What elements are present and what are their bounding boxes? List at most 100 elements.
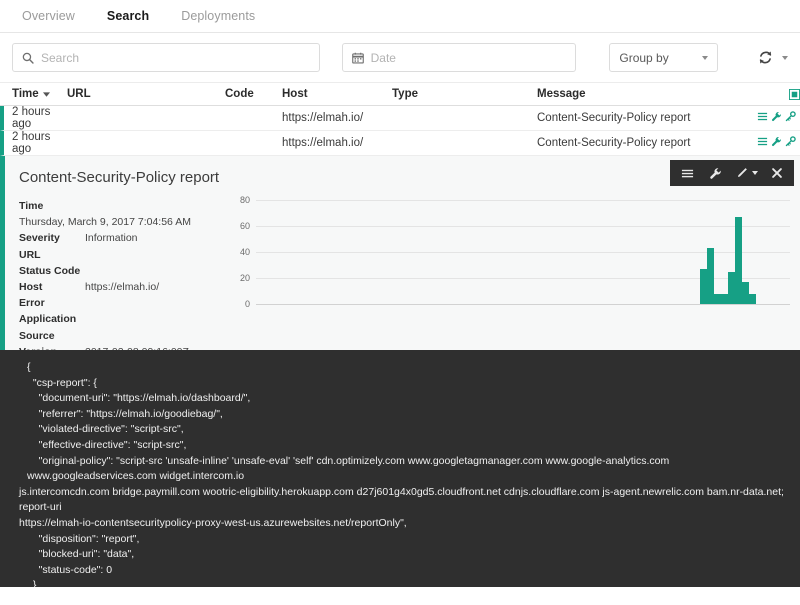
detail-field-label: Application bbox=[19, 311, 85, 327]
row-actions bbox=[744, 111, 800, 125]
detail-field-application: Application bbox=[19, 311, 230, 327]
tab-overview[interactable]: Overview bbox=[6, 9, 91, 33]
chart-gridline bbox=[256, 304, 790, 305]
detail-field-time: Time bbox=[19, 198, 230, 214]
table-row[interactable]: 2 hours ago https://elmah.io/ Content-Se… bbox=[0, 106, 800, 131]
chart-bar[interactable] bbox=[721, 294, 728, 304]
tab-search[interactable]: Search bbox=[91, 9, 165, 33]
chart-bar[interactable] bbox=[714, 294, 721, 304]
payload-line: "csp-report": { bbox=[5, 376, 800, 392]
detail-field-label: Error bbox=[19, 295, 85, 311]
pencil-icon[interactable] bbox=[730, 160, 762, 186]
column-header-time-label: Time bbox=[12, 88, 39, 100]
cell-time: 2 hours ago bbox=[12, 131, 67, 155]
payload-line: "disposition": "report", bbox=[5, 532, 800, 548]
chart-bar[interactable] bbox=[707, 248, 714, 304]
tab-deployments[interactable]: Deployments bbox=[165, 9, 271, 33]
payload-line: { bbox=[5, 360, 800, 376]
detail-body: Time Thursday, March 9, 2017 7:04:56 AM … bbox=[5, 186, 800, 350]
payload-line: } bbox=[5, 578, 800, 587]
wrench-icon[interactable] bbox=[771, 111, 782, 125]
cell-host: https://elmah.io/ bbox=[282, 112, 392, 124]
detail-field-source: Source bbox=[19, 328, 230, 344]
table-row[interactable]: 2 hours ago https://elmah.io/ Content-Se… bbox=[0, 131, 800, 156]
refresh-controls bbox=[758, 50, 788, 65]
groupby-select[interactable]: Group by bbox=[609, 43, 718, 72]
refresh-icon[interactable] bbox=[758, 50, 773, 65]
results-table-header: Time URL Code Host Type Message bbox=[0, 83, 800, 106]
column-header-code[interactable]: Code bbox=[225, 88, 282, 100]
detail-field-label: Source bbox=[19, 328, 85, 344]
chart-bar[interactable] bbox=[742, 282, 749, 304]
row-actions bbox=[744, 136, 800, 150]
detail-field-host: Host https://elmah.io/ bbox=[19, 279, 230, 295]
list-icon[interactable] bbox=[757, 136, 768, 150]
wrench-icon[interactable] bbox=[702, 160, 728, 186]
detail-field-label: Version bbox=[19, 344, 85, 350]
detail-field-version: Version 2017-02-08 09:16:00Z bbox=[19, 344, 230, 350]
cell-host: https://elmah.io/ bbox=[282, 137, 392, 149]
detail-field-label: Host bbox=[19, 279, 85, 295]
detail-field-label: Time bbox=[19, 198, 43, 214]
detail-field-label: URL bbox=[19, 247, 85, 263]
filter-toolbar: Search Date Group by bbox=[0, 33, 800, 83]
payload-line: "document-uri": "https://elmah.io/dashbo… bbox=[5, 391, 800, 407]
chart-bars bbox=[230, 200, 790, 304]
groupby-label: Group by bbox=[619, 51, 668, 65]
wrench-icon[interactable] bbox=[771, 136, 782, 150]
payload-line: "blocked-uri": "data", bbox=[5, 547, 800, 563]
cell-message: Content-Security-Policy report bbox=[537, 137, 744, 149]
column-header-type[interactable]: Type bbox=[392, 88, 537, 100]
payload-line: "original-policy": "script-src 'unsafe-i… bbox=[5, 454, 800, 485]
detail-field-time-value: Thursday, March 9, 2017 7:04:56 AM bbox=[19, 214, 230, 230]
date-placeholder: Date bbox=[371, 51, 396, 65]
payload-line: "referrer": "https://elmah.io/goodiebag/… bbox=[5, 407, 800, 423]
detail-field-error: Error bbox=[19, 295, 230, 311]
detail-field-status-code: Status Code bbox=[19, 263, 230, 279]
column-header-time[interactable]: Time bbox=[12, 88, 67, 100]
column-header-host[interactable]: Host bbox=[282, 88, 392, 100]
column-chooser-icon[interactable] bbox=[778, 89, 800, 100]
detail-field-value: Information bbox=[85, 230, 138, 246]
date-input[interactable]: Date bbox=[342, 43, 577, 72]
close-icon[interactable] bbox=[764, 160, 790, 186]
key-icon[interactable] bbox=[785, 136, 796, 150]
occurrences-bar-chart: 806040200 bbox=[230, 198, 800, 350]
detail-panel: Content-Security-Policy report Time Thur… bbox=[0, 156, 800, 350]
search-placeholder: Search bbox=[41, 51, 79, 65]
refresh-options-chevron-down-icon[interactable] bbox=[782, 56, 788, 60]
chart-bar[interactable] bbox=[700, 269, 707, 304]
list-icon[interactable] bbox=[757, 111, 768, 125]
detail-field-severity: Severity Information bbox=[19, 230, 230, 246]
payload-line: "status-code": 0 bbox=[5, 563, 800, 579]
cell-message: Content-Security-Policy report bbox=[537, 112, 744, 124]
detail-field-value: 2017-02-08 09:16:00Z bbox=[85, 344, 189, 350]
chevron-down-icon bbox=[702, 56, 708, 60]
search-icon bbox=[22, 52, 34, 64]
search-input[interactable]: Search bbox=[12, 43, 320, 72]
payload-line: "violated-directive": "script-src", bbox=[5, 422, 800, 438]
chart-bar[interactable] bbox=[749, 294, 756, 304]
payload-line: "effective-directive": "script-src", bbox=[5, 438, 800, 454]
list-icon[interactable] bbox=[674, 160, 700, 186]
results-table-body: 2 hours ago https://elmah.io/ Content-Se… bbox=[0, 106, 800, 156]
key-icon[interactable] bbox=[785, 111, 796, 125]
detail-toolbar bbox=[670, 160, 794, 186]
column-header-url[interactable]: URL bbox=[67, 88, 225, 100]
detail-field-label: Severity bbox=[19, 230, 85, 246]
detail-field-list: Time Thursday, March 9, 2017 7:04:56 AM … bbox=[5, 198, 230, 350]
detail-field-url: URL bbox=[19, 247, 230, 263]
sort-descending-icon bbox=[43, 88, 50, 100]
payload-line: https://elmah-io-contentsecuritypolicy-p… bbox=[5, 516, 800, 532]
cell-time: 2 hours ago bbox=[12, 106, 67, 130]
chevron-down-icon bbox=[752, 171, 758, 175]
calendar-icon bbox=[352, 52, 364, 64]
payload-code-block: { "csp-report": { "document-uri": "https… bbox=[0, 350, 800, 587]
main-tabbar: Overview Search Deployments bbox=[0, 0, 800, 33]
payload-line: js.intercomcdn.com bridge.paymill.com wo… bbox=[5, 485, 800, 516]
chart-bar[interactable] bbox=[735, 217, 742, 304]
detail-field-label: Status Code bbox=[19, 263, 85, 279]
chart-bar[interactable] bbox=[728, 272, 735, 305]
detail-field-value: https://elmah.io/ bbox=[85, 279, 159, 295]
column-header-message[interactable]: Message bbox=[537, 88, 778, 100]
